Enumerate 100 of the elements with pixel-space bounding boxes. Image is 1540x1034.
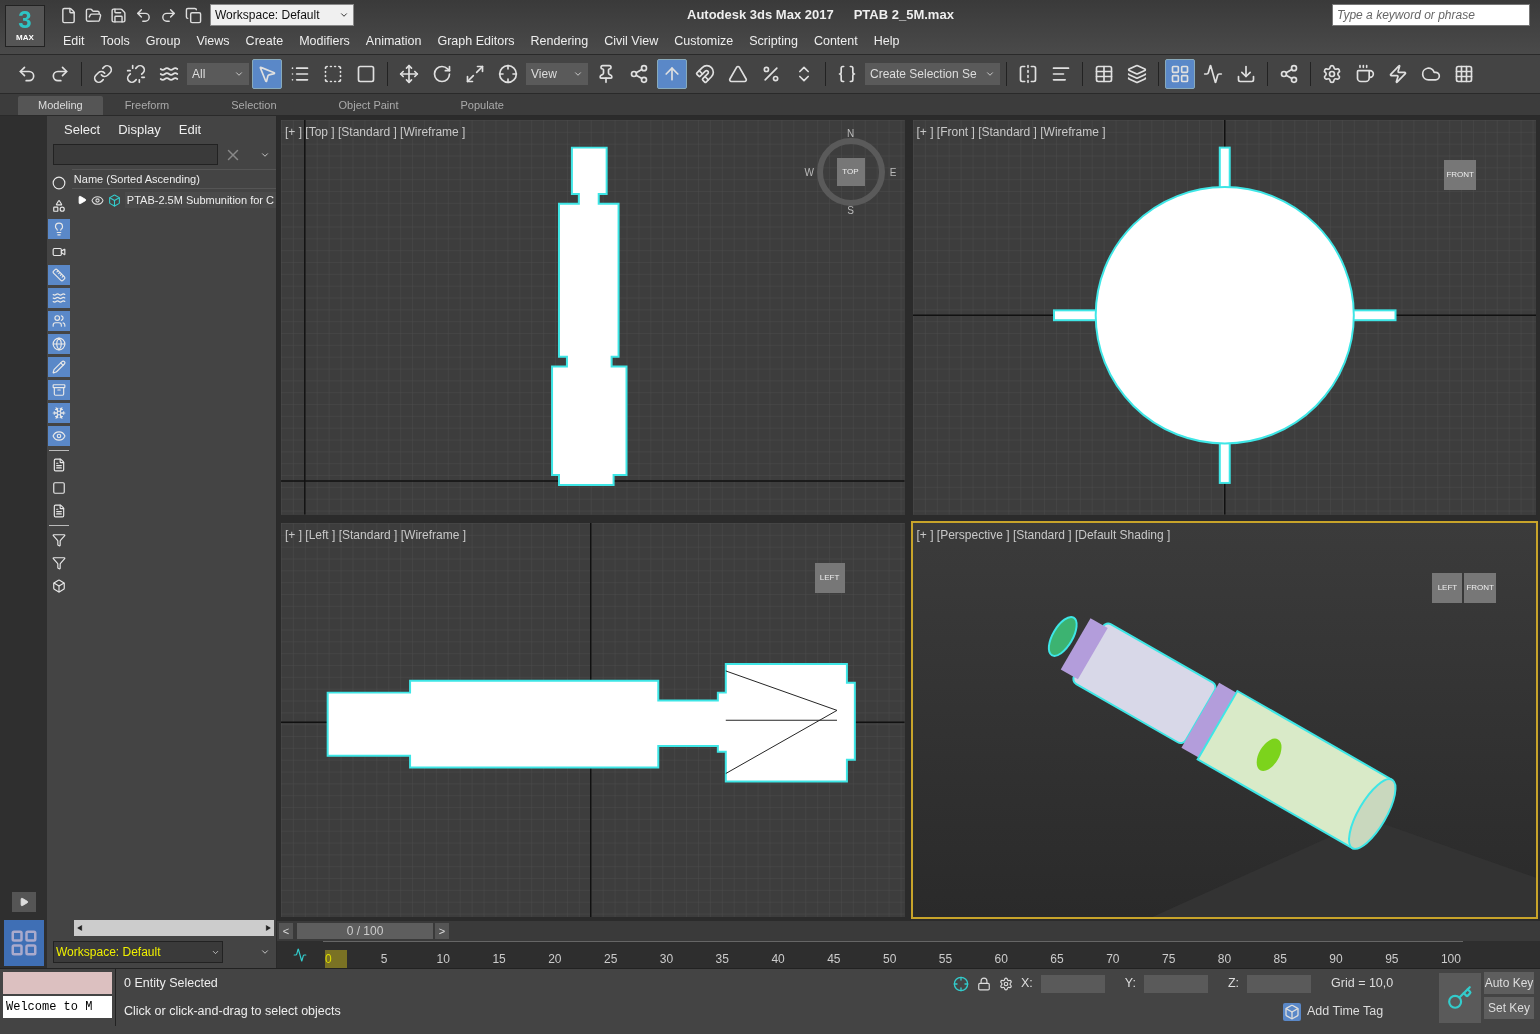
menu-item[interactable]: Modifiers — [291, 31, 358, 51]
layers-icon — [1126, 64, 1147, 84]
filter-toggle[interactable] — [48, 265, 71, 285]
page-icon — [52, 504, 67, 518]
link-icon — [93, 64, 113, 84]
toolbar-button[interactable] — [1164, 59, 1195, 89]
waves-icon — [159, 64, 179, 84]
viewcube-face[interactable]: FRONT — [1464, 572, 1496, 603]
filter-toggle[interactable] — [48, 334, 71, 354]
viewcube-face[interactable]: FRONT — [1444, 160, 1476, 190]
next-frame-button[interactable]: > — [435, 923, 449, 939]
page-icon — [52, 458, 67, 472]
search-field[interactable] — [53, 144, 218, 165]
viewport-label[interactable]: [+ ] [Top ] [Standard ] [Wireframe ] — [285, 123, 466, 141]
column-header[interactable]: Name (Sorted Ascending) — [71, 169, 276, 189]
box-icon — [52, 579, 67, 593]
toolbar-dropdown[interactable]: View — [526, 63, 588, 85]
scroll-right-icon[interactable] — [264, 924, 272, 932]
time-slider-thumb[interactable]: 0 / 100 — [297, 923, 433, 939]
caret-icon[interactable] — [260, 947, 270, 957]
scroll-left-icon[interactable] — [75, 924, 84, 932]
filter-toggle[interactable] — [48, 219, 71, 239]
new-file-icon[interactable] — [60, 6, 77, 24]
coordinate-label: X: — [1021, 975, 1033, 993]
menu-item[interactable]: Content — [805, 31, 866, 51]
expand-button[interactable] — [11, 892, 36, 912]
menu-item[interactable]: Edit — [55, 31, 93, 51]
viewport-label[interactable]: [+ ] [Left ] [Standard ] [Wireframe ] — [285, 525, 467, 544]
previous-frame-button[interactable]: < — [279, 923, 293, 939]
viewport[interactable]: [+ ] [Perspective ] [Standard ] [Default Shading ] LEFT FRONT — [910, 520, 1538, 919]
coordinate-label: Z: — [1227, 975, 1240, 993]
app-logo[interactable]: 3 MAX — [5, 5, 45, 47]
menu-item[interactable]: Tools — [92, 31, 138, 51]
view-compass[interactable]: TOP — [816, 138, 885, 206]
menu-item[interactable]: Scripting — [741, 31, 806, 51]
menu-item[interactable]: Group — [137, 31, 189, 51]
lock-icon[interactable] — [977, 976, 991, 991]
redo-icon[interactable] — [160, 6, 177, 24]
menu-item[interactable]: Graph Editors — [429, 31, 523, 51]
viewcube-face[interactable]: TOP — [836, 158, 865, 186]
viewport-label[interactable]: [+ ] [Perspective ] [Standard ] [Default Shading ] — [916, 525, 1171, 544]
menu-item[interactable]: Views — [188, 31, 238, 51]
set-key-button[interactable] — [1439, 973, 1481, 1023]
frame-number: 60 — [994, 951, 1009, 968]
workspace-dropdown[interactable]: Workspace: Default — [53, 941, 223, 963]
eye-icon[interactable] — [90, 193, 104, 207]
ribbon-tab[interactable]: Selection — [211, 96, 297, 115]
set-key-mode-button[interactable]: Set Key — [1484, 997, 1534, 1019]
ribbon-tab[interactable]: Populate — [440, 96, 524, 115]
filter-toggle[interactable] — [48, 357, 71, 377]
gear-icon — [1321, 64, 1342, 84]
toolbar-dropdown[interactable]: All — [187, 63, 249, 85]
menu-item[interactable]: Create — [237, 31, 292, 51]
curve-icon[interactable] — [293, 948, 307, 962]
menu-item[interactable]: Rendering — [522, 31, 597, 51]
viewport[interactable]: [+ ] [Top ] [Standard ] [Wireframe ] N W TOP E S — [279, 118, 907, 517]
ribbon-tab[interactable]: Modeling — [18, 96, 103, 115]
move-icon — [399, 64, 419, 84]
explorer-menu-item[interactable]: Select — [64, 120, 101, 140]
auto-key-button[interactable]: Auto Key — [1484, 972, 1534, 994]
frame-number: 100 — [1440, 951, 1462, 968]
caret-icon — [234, 69, 244, 79]
menu-item[interactable]: Civil View — [596, 31, 667, 51]
listener-field[interactable]: Welcome to M — [3, 996, 112, 1018]
search-field[interactable]: Type a keyword or phrase — [1332, 4, 1530, 26]
open-folder-icon[interactable] — [85, 6, 102, 24]
filter-toggle[interactable] — [48, 288, 71, 308]
ribbon-tab[interactable]: Freeform — [104, 96, 190, 115]
key-icon — [1447, 985, 1473, 1011]
frame-number: 10 — [436, 951, 451, 968]
scrollbar[interactable] — [73, 920, 274, 936]
filter-toggle[interactable] — [48, 311, 71, 331]
workspace-dropdown[interactable]: Workspace: Default — [210, 4, 354, 26]
save-icon[interactable] — [110, 6, 127, 24]
explorer-menu-item[interactable]: Display — [118, 120, 161, 140]
filter-toggle[interactable] — [48, 403, 71, 423]
expand-arrow-icon[interactable] — [76, 195, 87, 205]
menu-item[interactable]: Customize — [666, 31, 742, 51]
filter-toggle[interactable] — [48, 380, 71, 400]
group-icon — [52, 314, 67, 328]
filter-toggle[interactable] — [48, 426, 71, 446]
frame-number: 5 — [380, 951, 389, 968]
viewcube-face[interactable]: LEFT — [1432, 572, 1463, 603]
object-name[interactable]: PTAB-2.5M Submunition for C — [124, 191, 276, 209]
toolbar-dropdown[interactable]: Create Selection Se — [865, 63, 1000, 85]
viewport[interactable]: [+ ] [Front ] [Standard ] [Wireframe ] FRONT — [910, 118, 1538, 517]
viewport-label[interactable]: [+ ] [Front ] [Standard ] [Wireframe ] — [916, 123, 1106, 141]
menu-item[interactable]: Animation — [357, 31, 430, 51]
frame-number: 20 — [548, 951, 563, 968]
ribbon-tab[interactable]: Object Paint — [318, 96, 419, 115]
file-name: PTAB 2_5M.max — [853, 6, 954, 25]
add-time-tag[interactable]: Add Time Tag — [1307, 1002, 1384, 1021]
compass-label: N — [846, 127, 855, 141]
viewport[interactable]: [+ ] [Left ] [Standard ] [Wireframe ] LEFT — [279, 520, 907, 919]
selection-count: 0 Entity Selected — [124, 974, 219, 992]
undo-icon[interactable] — [135, 6, 152, 24]
frame-number: 50 — [882, 951, 898, 968]
menu-item[interactable]: Help — [865, 31, 908, 51]
viewport-layout-button[interactable] — [3, 920, 44, 966]
explorer-menu-item[interactable]: Edit — [178, 120, 202, 140]
